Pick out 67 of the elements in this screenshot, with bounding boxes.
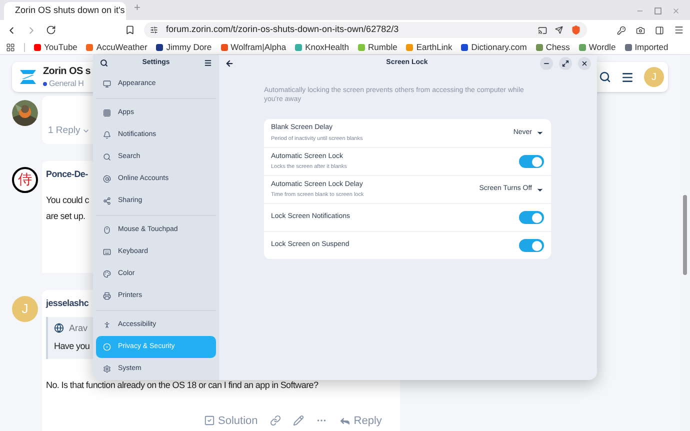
bookmark-item[interactable]: KnoxHealth	[295, 40, 350, 54]
bookmark-item[interactable]: AccuWeather	[86, 40, 148, 54]
post-text: No. Is that function already on the OS 18 or can I find an app in Software?	[46, 378, 318, 390]
person-icon	[103, 321, 111, 329]
search-icon[interactable]	[100, 59, 108, 67]
post-text: You could c	[46, 194, 89, 206]
edit-icon[interactable]	[292, 415, 304, 426]
topic-title: Zorin OS s	[43, 64, 91, 78]
bookmark-item[interactable]: Wolfram|Alpha	[220, 40, 286, 54]
bookmark-item[interactable]: EarthLink	[406, 40, 452, 54]
close-icon	[580, 60, 588, 66]
toggle-switch[interactable]	[519, 211, 544, 224]
menu-icon[interactable]	[204, 59, 212, 67]
post-author: jesselashc	[46, 297, 89, 310]
bookmark-item[interactable]: Dictionary.com	[461, 40, 527, 54]
checkbox-icon	[204, 415, 215, 426]
target-icon	[103, 343, 111, 351]
palette-icon	[103, 270, 111, 278]
bookmark-item[interactable]: Rumble	[358, 40, 398, 54]
maximize-button[interactable]	[558, 56, 572, 70]
share-icon	[103, 197, 111, 205]
browser-tab[interactable]: Zorin OS shuts down on it's	[4, 2, 126, 20]
bell-icon	[103, 131, 111, 139]
caret-icon	[536, 129, 544, 137]
monitor-icon	[103, 80, 111, 88]
bookmark-item[interactable]: Imported	[624, 40, 668, 54]
printer-icon	[103, 292, 111, 300]
mouse-icon	[103, 226, 111, 234]
cast-icon[interactable]	[538, 26, 547, 34]
apps-icon[interactable]	[6, 42, 15, 52]
post-text: are set up.	[46, 210, 86, 222]
bookmark-item[interactable]: Chess	[536, 40, 570, 54]
logo-icon	[18, 70, 38, 84]
address-bar[interactable]: forum.zorin.com/t/zorin-os-shuts-down-on-its-own/62782/3	[144, 22, 587, 38]
search-icon[interactable]	[599, 71, 611, 83]
keyboard-icon	[103, 248, 111, 256]
globe-icon	[54, 323, 64, 334]
back-icon[interactable]	[225, 58, 234, 68]
category-label: General H	[49, 78, 84, 90]
site-settings-icon	[150, 26, 158, 34]
settings-icon	[103, 365, 111, 373]
avatar: J	[12, 296, 38, 322]
camera-icon[interactable]	[636, 26, 645, 34]
send-icon[interactable]	[555, 26, 563, 34]
bookmark-icon[interactable]	[125, 25, 135, 35]
sidebar-icon[interactable]	[655, 26, 664, 34]
grid-icon	[103, 109, 111, 117]
key-icon[interactable]	[617, 26, 626, 34]
link-icon[interactable]	[270, 415, 281, 426]
close-button[interactable]	[578, 56, 591, 70]
quote-author: Arav	[69, 322, 88, 334]
maximize-icon	[562, 60, 569, 66]
bookmark-item[interactable]: Jimmy Dore	[156, 40, 212, 54]
reload-icon[interactable]	[46, 25, 56, 35]
menu-icon[interactable]	[621, 70, 634, 84]
at-sign-icon	[103, 175, 111, 183]
bookmark-item[interactable]: YouTube	[34, 40, 78, 54]
avatar: 侍	[12, 167, 38, 193]
toggle-switch[interactable]	[519, 155, 544, 168]
bookmark-item[interactable]: Wordle	[578, 40, 616, 54]
toggle-switch[interactable]	[519, 239, 544, 252]
post-author: Ponce-De-	[46, 168, 88, 181]
menu-icon[interactable]	[674, 25, 684, 35]
quote-text: Have you	[54, 340, 90, 353]
shield-icon[interactable]	[571, 25, 581, 35]
minimize-button[interactable]	[540, 56, 553, 70]
search-icon	[103, 153, 111, 161]
